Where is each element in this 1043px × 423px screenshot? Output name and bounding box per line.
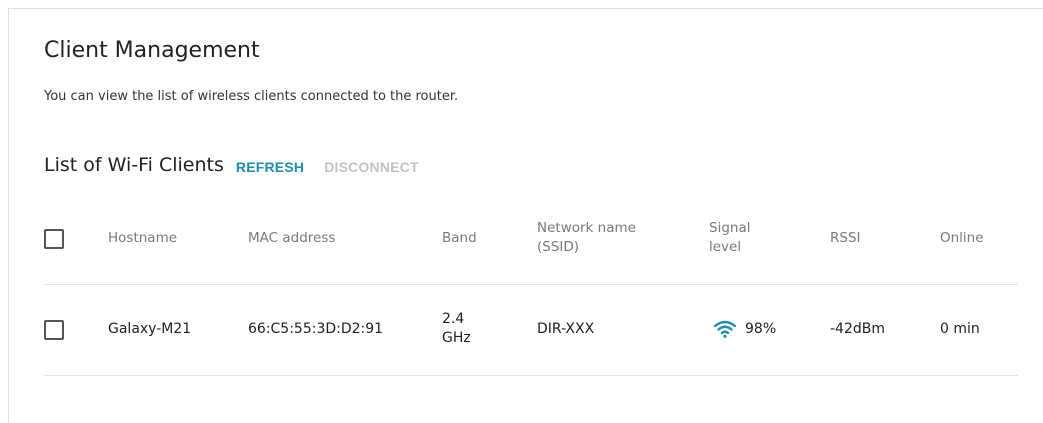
cell-signal: 98% [713,319,776,339]
row-checkbox[interactable] [44,320,64,340]
cell-band: 2.4 GHz [442,310,471,348]
cell-band-line2: GHz [442,330,471,346]
list-header: List of Wi-Fi Clients REFRESH DISCONNECT [44,151,439,179]
refresh-button[interactable]: REFRESH [236,159,304,175]
column-header-signal: Signal level [709,219,750,257]
column-header-ssid-line2: (SSID) [537,239,580,255]
cell-band-line1: 2.4 [442,311,465,327]
signal-level-value: 98% [745,320,777,337]
cell-mac: 66:C5:55:3D:D2:91 [248,321,384,337]
cell-online: 0 min [940,321,980,337]
wifi-icon [713,320,737,338]
client-management-panel [8,8,1043,423]
column-header-hostname: Hostname [108,230,178,246]
page-title: Client Management [44,38,260,63]
table-header-divider [44,284,1018,285]
cell-hostname: Galaxy-M21 [108,321,192,337]
column-header-ssid-line1: Network name [537,220,636,236]
select-all-checkbox[interactable] [44,229,64,249]
column-header-online: Online [940,230,984,246]
column-header-mac: MAC address [248,230,336,246]
disconnect-button[interactable]: DISCONNECT [324,159,419,175]
column-header-band: Band [442,230,477,246]
column-header-signal-line1: Signal [709,220,751,236]
table-row-divider [44,375,1018,376]
cell-ssid: DIR-XXX [537,321,595,337]
column-header-ssid: Network name (SSID) [537,219,636,257]
list-title: List of Wi-Fi Clients [44,154,224,176]
column-header-signal-line2: level [709,239,742,255]
page-description: You can view the list of wireless client… [44,89,459,104]
cell-rssi: -42dBm [830,321,885,337]
column-header-rssi: RSSI [830,230,861,246]
